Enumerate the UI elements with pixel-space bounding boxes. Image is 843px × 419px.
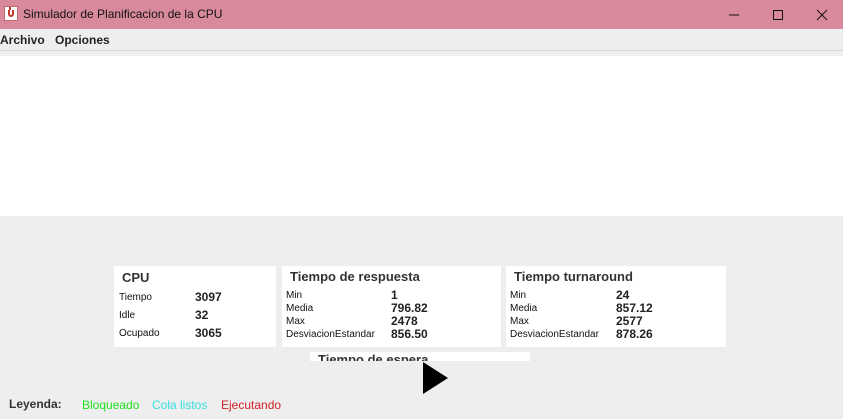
cpu-tiempo-label: Tiempo bbox=[119, 292, 152, 303]
turnaround-media-label: Media bbox=[510, 303, 538, 314]
respuesta-min-value: 1 bbox=[391, 288, 398, 302]
legend-cola-listos: Cola listos bbox=[152, 398, 208, 412]
cpu-ocupado-value: 3065 bbox=[195, 326, 222, 340]
cpu-ocupado-label: Ocupado bbox=[119, 328, 160, 339]
legend-ejecutando: Ejecutando bbox=[221, 398, 282, 412]
close-button[interactable] bbox=[799, 0, 843, 29]
espera-card-title: Tiempo de espera bbox=[318, 352, 429, 361]
respuesta-desviacion-value: 856.50 bbox=[391, 327, 428, 341]
respuesta-max-value: 2478 bbox=[391, 314, 418, 328]
title-bar: Simulador de Planificacion de la CPU bbox=[0, 0, 843, 29]
respuesta-min-label: Min bbox=[286, 290, 303, 301]
legend-label: Leyenda: bbox=[9, 397, 62, 411]
window-title: Simulador de Planificacion de la CPU bbox=[23, 7, 223, 21]
respuesta-desviacion-label: DesviacionEstandar bbox=[286, 329, 375, 340]
turnaround-media-value: 857.12 bbox=[616, 301, 653, 315]
respuesta-max-label: Max bbox=[286, 316, 305, 327]
cpu-idle-value: 32 bbox=[195, 308, 209, 322]
play-icon[interactable] bbox=[423, 362, 448, 394]
turnaround-stats-card: Tiempo turnaround Min 24 Media 857.12 Ma… bbox=[506, 266, 726, 347]
turnaround-max-value: 2577 bbox=[616, 314, 643, 328]
respuesta-media-label: Media bbox=[286, 303, 314, 314]
turnaround-min-label: Min bbox=[510, 290, 527, 301]
respuesta-card-title: Tiempo de respuesta bbox=[290, 269, 420, 284]
respuesta-stats-card: Tiempo de respuesta Min 1 Media 796.82 M… bbox=[282, 266, 501, 347]
cpu-tiempo-value: 3097 bbox=[195, 290, 222, 304]
menu-archivo[interactable]: Archivo bbox=[0, 33, 45, 47]
minimize-icon bbox=[729, 14, 739, 15]
turnaround-desviacion-label: DesviacionEstandar bbox=[510, 329, 599, 340]
close-icon bbox=[816, 9, 828, 20]
menu-opciones[interactable]: Opciones bbox=[55, 33, 110, 47]
process-panel bbox=[0, 56, 843, 216]
espera-stats-card: Tiempo de espera bbox=[310, 352, 530, 361]
legend-bloqueado: Bloqueado bbox=[82, 398, 140, 412]
cpu-stats-card: CPU Tiempo 3097 Idle 32 Ocupado 3065 bbox=[114, 266, 276, 347]
minimize-button[interactable] bbox=[711, 0, 757, 29]
java-app-icon bbox=[4, 6, 18, 21]
respuesta-media-value: 796.82 bbox=[391, 301, 428, 315]
turnaround-min-value: 24 bbox=[616, 288, 630, 302]
turnaround-card-title: Tiempo turnaround bbox=[514, 269, 633, 284]
cpu-card-title: CPU bbox=[122, 270, 150, 285]
turnaround-max-label: Max bbox=[510, 316, 529, 327]
turnaround-desviacion-value: 878.26 bbox=[616, 327, 653, 341]
maximize-icon bbox=[773, 9, 783, 20]
maximize-button[interactable] bbox=[755, 0, 801, 29]
cpu-idle-label: Idle bbox=[119, 310, 136, 321]
menu-bar: Archivo Opciones bbox=[0, 29, 843, 51]
